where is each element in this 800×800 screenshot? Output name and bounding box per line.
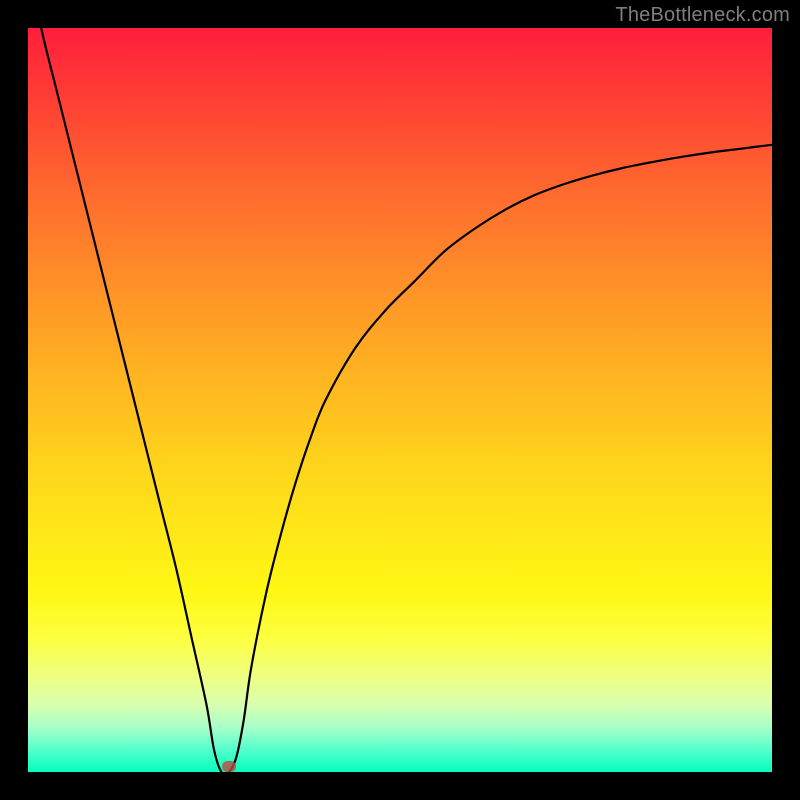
plot-area <box>28 28 772 772</box>
optimal-point-marker <box>222 761 236 772</box>
chart-frame: TheBottleneck.com <box>0 0 800 800</box>
bottleneck-curve <box>28 28 772 772</box>
watermark-text: TheBottleneck.com <box>615 4 790 27</box>
